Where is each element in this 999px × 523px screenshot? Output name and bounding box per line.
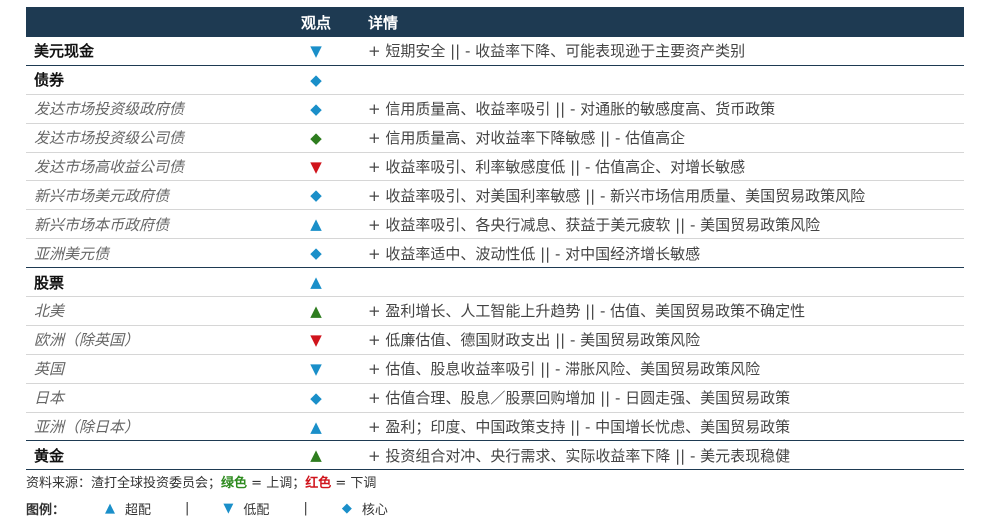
- row-detail: + 短期安全 || - 收益率下降、可能表现逊于主要资产类别: [368, 42, 746, 61]
- legend-separator: |: [185, 501, 190, 516]
- source-green-rest: = 上调；: [247, 476, 306, 491]
- row-name: 北美: [34, 302, 65, 321]
- table-row: 新兴市场本币政府债 ▲ + 收益率吸引、各央行减息、获益于美元疲软 || - 美国贸…: [26, 210, 964, 240]
- table-row: 美元现金 ▼ + 短期安全 || - 收益率下降、可能表现逊于主要资产类别: [26, 37, 964, 66]
- row-name: 债券: [34, 71, 65, 90]
- row-detail: + 投资组合对冲、央行需求、实际收益率下降 || - 美元表现稳健: [368, 446, 791, 465]
- diamond-icon: ◆: [310, 186, 322, 205]
- row-detail: + 估值合理、股息／股票回购增加 || - 日圆走强、美国贸易政策: [368, 389, 791, 408]
- row-name: 亚洲（除日本）: [34, 418, 140, 437]
- legend-label: 图例：: [26, 503, 66, 518]
- source-green-word: 绿色: [221, 476, 248, 491]
- legend-separator: |: [303, 501, 308, 516]
- table-row: 发达市场投资级公司债 ◆ + 信用质量高、对收益率下降敏感 || - 估值高企: [26, 124, 964, 153]
- row-name: 亚洲美元债: [34, 244, 110, 263]
- row-name: 黄金: [34, 446, 65, 465]
- row-name: 发达市场高收益公司债: [34, 158, 185, 176]
- row-name: 新兴市场本币政府债: [34, 215, 170, 234]
- table-row: 黄金 ▲ + 投资组合对冲、央行需求、实际收益率下降 || - 美元表现稳健: [26, 441, 964, 471]
- legend-item-overweight: ▲ 超配: [105, 499, 151, 518]
- source-red-rest: = 下调: [331, 476, 377, 491]
- source-note: 资料来源：渣打全球投资委员会；绿色 = 上调；红色 = 下调: [26, 472, 376, 491]
- row-view-cell: ◆: [266, 186, 366, 204]
- row-view-cell: ◆: [266, 244, 366, 262]
- legend-item-core: ◆ 核心: [342, 499, 388, 518]
- table-header: 观点 详情: [26, 7, 964, 37]
- row-detail: + 收益率适中、波动性低 || - 对中国经济增长敏感: [368, 244, 701, 263]
- row-view-cell: ▲: [266, 446, 366, 464]
- diamond-icon: ◆: [310, 244, 322, 263]
- row-detail: + 信用质量高、收益率吸引 || - 对通胀的敏感度高、货币政策: [368, 100, 776, 119]
- diamond-icon: ◆: [341, 501, 352, 516]
- row-view-cell: ▲: [266, 302, 366, 320]
- row-view-cell: ◆: [266, 71, 366, 89]
- down-triangle-icon: ▼: [310, 359, 322, 378]
- down-triangle-icon: ▼: [310, 157, 322, 176]
- allocation-table: 观点 详情 美元现金 ▼ + 短期安全 || - 收益率下降、可能表现逊于主要资产类…: [26, 7, 964, 471]
- row-detail: + 信用质量高、对收益率下降敏感 || - 估值高企: [368, 129, 686, 148]
- down-triangle-icon: ▼: [310, 41, 322, 60]
- row-name: 发达市场投资级政府债: [34, 100, 185, 119]
- row-view-cell: ▲: [266, 215, 366, 233]
- diamond-icon: ◆: [310, 99, 322, 118]
- row-name: 发达市场投资级公司债: [34, 129, 185, 148]
- row-view-cell: ◆: [266, 100, 366, 118]
- legend-item-underweight: ▼ 低配: [223, 499, 269, 518]
- down-triangle-icon: ▼: [223, 501, 234, 516]
- legend-item-text: 低配: [243, 503, 270, 518]
- row-view-cell: ▼: [266, 360, 366, 378]
- table-row: 日本 ◆ + 估值合理、股息／股票回购增加 || - 日圆走强、美国贸易政策: [26, 384, 964, 413]
- down-triangle-icon: ▼: [310, 330, 322, 349]
- table-row: 北美 ▲ + 盈利增长、人工智能上升趋势 || - 估值、美国贸易政策不确定性: [26, 297, 964, 326]
- row-name: 美元现金: [34, 42, 95, 61]
- table-row: 英国 ▼ + 估值、股息收益率吸引 || - 滞胀风险、美国贸易政策风险: [26, 355, 964, 384]
- row-detail: + 低廉估值、德国财政支出 || - 美国贸易政策风险: [368, 331, 701, 350]
- table-body: 美元现金 ▼ + 短期安全 || - 收益率下降、可能表现逊于主要资产类别 债券 ◆ 发达…: [26, 37, 964, 471]
- table-row: 发达市场高收益公司债 ▼ + 收益率吸引、利率敏感度低 || - 估值高企、对增长敏…: [26, 153, 964, 182]
- diamond-icon: ◆: [310, 128, 322, 147]
- row-view-cell: ▲: [266, 273, 366, 291]
- table-row: 新兴市场美元政府债 ◆ + 收益率吸引、对美国利率敏感 || - 新兴市场信用质量、…: [26, 181, 964, 211]
- legend: 图例： ▲ 超配 | ▼ 低配 | ◆ 核心: [26, 499, 388, 518]
- row-name: 股票: [34, 273, 65, 292]
- table-row: 债券 ◆: [26, 66, 964, 95]
- row-view-cell: ◆: [266, 389, 366, 407]
- row-name: 欧洲（除英国）: [34, 331, 140, 350]
- row-view-cell: ◆: [266, 129, 366, 147]
- up-triangle-icon: ▲: [310, 273, 322, 292]
- row-detail: + 盈利增长、人工智能上升趋势 || - 估值、美国贸易政策不确定性: [368, 302, 806, 321]
- row-name: 英国: [34, 360, 65, 379]
- legend-item-text: 核心: [361, 503, 388, 518]
- row-detail: + 盈利；印度、中国政策支持 || - 中国增长忧虑、美国贸易政策: [368, 418, 791, 437]
- row-name: 新兴市场美元政府债: [34, 186, 170, 205]
- up-triangle-icon: ▲: [310, 446, 322, 465]
- table-row: 亚洲（除日本） ▲ + 盈利；印度、中国政策支持 || - 中国增长忧虑、美国贸易政…: [26, 413, 964, 442]
- table-row: 股票 ▲: [26, 268, 964, 298]
- up-triangle-icon: ▲: [310, 215, 322, 234]
- diamond-icon: ◆: [310, 70, 322, 89]
- source-red-word: 红色: [305, 476, 332, 491]
- table-row: 欧洲（除英国） ▼ + 低廉估值、德国财政支出 || - 美国贸易政策风险: [26, 326, 964, 355]
- row-detail: + 收益率吸引、利率敏感度低 || - 估值高企、对增长敏感: [368, 158, 746, 176]
- row-view-cell: ▼: [266, 42, 366, 60]
- up-triangle-icon: ▲: [105, 501, 116, 516]
- row-detail: + 收益率吸引、各央行减息、获益于美元疲软 || - 美国贸易政策风险: [368, 215, 821, 234]
- row-view-cell: ▼: [266, 331, 366, 349]
- diamond-icon: ◆: [310, 388, 322, 407]
- header-detail: 详情: [368, 13, 399, 32]
- up-triangle-icon: ▲: [310, 417, 322, 436]
- row-detail: + 收益率吸引、对美国利率敏感 || - 新兴市场信用质量、美国贸易政策风险: [368, 186, 866, 205]
- row-detail: + 估值、股息收益率吸引 || - 滞胀风险、美国贸易政策风险: [368, 360, 761, 379]
- up-triangle-icon: ▲: [310, 301, 322, 320]
- table-row: 亚洲美元债 ◆ + 收益率适中、波动性低 || - 对中国经济增长敏感: [26, 239, 964, 269]
- source-prefix: 资料来源：渣打全球投资委员会；: [26, 476, 222, 491]
- row-view-cell: ▼: [266, 158, 366, 176]
- row-view-cell: ▲: [266, 418, 366, 436]
- row-name: 日本: [34, 389, 65, 408]
- legend-item-text: 超配: [125, 503, 152, 518]
- header-view: 观点: [300, 13, 331, 32]
- table-row: 发达市场投资级政府债 ◆ + 信用质量高、收益率吸引 || - 对通胀的敏感度高、货…: [26, 95, 964, 124]
